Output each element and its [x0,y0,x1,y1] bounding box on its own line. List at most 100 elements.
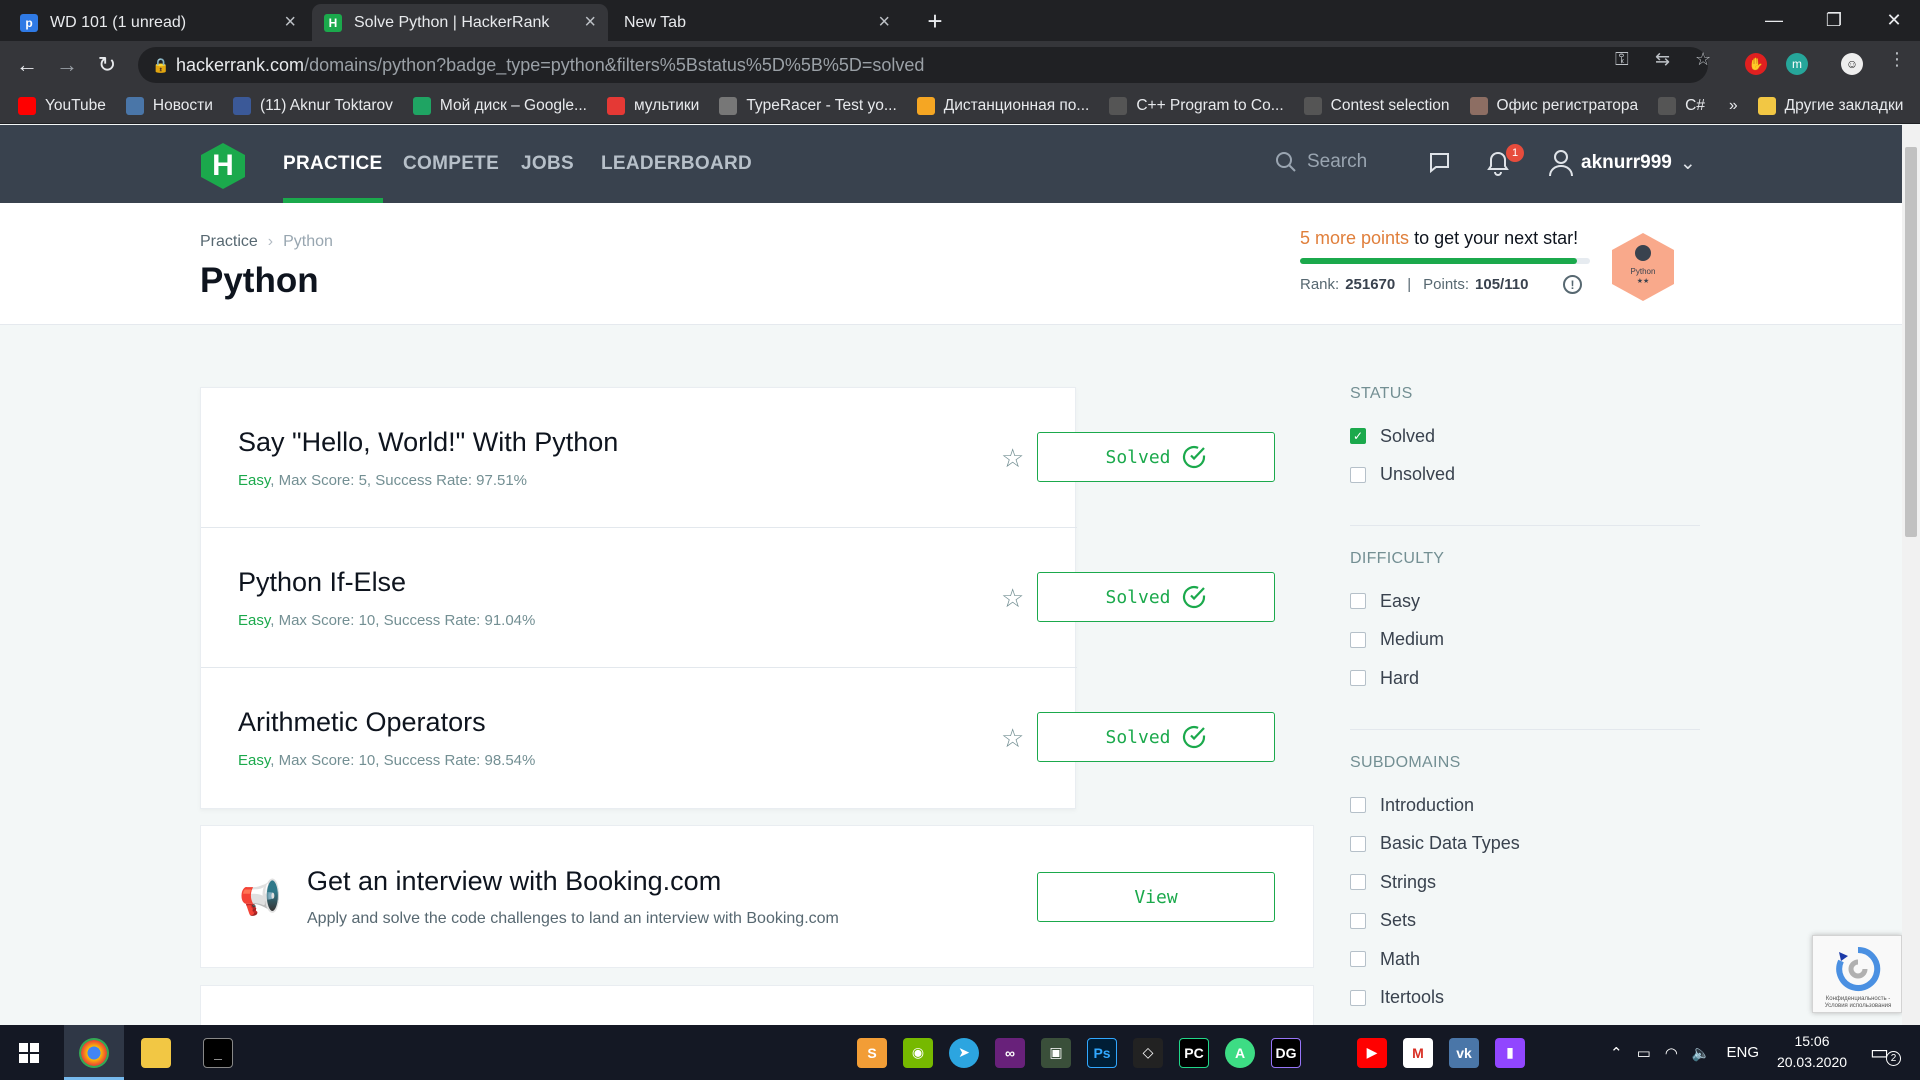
challenge-title[interactable]: Say "Hello, World!" With Python [238,427,618,458]
taskbar-youtube[interactable]: ▶ [1352,1025,1392,1080]
new-tab-button[interactable]: + [920,6,950,36]
translate-icon[interactable]: ⇆ [1655,49,1670,70]
profile-avatar[interactable]: ☺ [1841,53,1863,75]
wifi-icon[interactable]: ◠ [1665,1044,1678,1062]
checkbox[interactable] [1350,835,1366,852]
key-icon[interactable]: ⚿ [1615,49,1629,70]
challenge-row[interactable]: Python If-Else Easy, Max Score: 10, Succe… [201,528,1275,668]
bookmark-item[interactable]: Дистанционная по... [916,96,1089,115]
taskbar-pycharm[interactable]: PC [1174,1025,1214,1080]
scrollbar-thumb[interactable] [1905,147,1917,537]
taskbar-terminal[interactable]: _ [188,1025,248,1080]
menu-icon[interactable]: ⋮ [1888,49,1906,70]
star-icon[interactable]: ☆ [1001,583,1024,614]
taskbar-photoshop[interactable]: Ps [1082,1025,1122,1080]
volume-icon[interactable]: 🔈 [1692,1044,1711,1062]
taskbar-visual-studio[interactable]: ∞ [990,1025,1030,1080]
checkbox[interactable] [1350,797,1366,814]
taskbar-sublime[interactable]: S [852,1025,892,1080]
tab-wd101[interactable]: p WD 101 (1 unread) × [8,4,308,41]
checkbox[interactable] [1350,989,1366,1006]
bookmark-item[interactable]: C# [1658,96,1705,115]
filter-option[interactable]: Basic Data Types [1350,825,1700,864]
filter-option[interactable]: Easy [1350,582,1700,621]
solved-button[interactable]: Solved [1037,712,1275,762]
back-icon[interactable]: ← [10,48,44,82]
bookmark-item[interactable]: Contest selection [1303,96,1450,115]
taskbar-unity[interactable]: ◇ [1128,1025,1168,1080]
checkbox[interactable] [1350,874,1366,891]
solved-button[interactable]: Solved [1037,432,1275,482]
checkbox[interactable] [1350,951,1366,968]
filter-option[interactable]: Itertools [1350,979,1700,1018]
filter-option[interactable]: Medium [1350,621,1700,660]
other-bookmarks[interactable]: Другие закладки [1757,96,1903,115]
taskbar-nvidia[interactable]: ◉ [898,1025,938,1080]
taskbar-chrome[interactable] [64,1025,124,1080]
solved-button[interactable]: Solved [1037,572,1275,622]
bookmark-item[interactable]: Офис регистратора [1469,96,1638,115]
filter-option[interactable]: Unsolved [1350,456,1700,495]
filter-option[interactable]: Hard [1350,659,1700,698]
checkbox[interactable] [1350,631,1366,648]
nav-practice[interactable]: PRACTICE [283,125,383,203]
info-icon[interactable]: ! [1563,275,1582,294]
start-button[interactable] [0,1025,58,1080]
battery-icon[interactable]: ▭ [1637,1044,1651,1062]
filter-option[interactable]: Sets [1350,902,1700,941]
bookmark-item[interactable]: Мой диск – Google... [412,96,587,115]
python-badge[interactable]: Python ★★ [1610,231,1676,303]
challenge-row[interactable]: Say "Hello, World!" With Python Easy, Max… [201,388,1275,528]
checkbox[interactable] [1350,593,1366,610]
taskbar-datagrip[interactable]: DG [1266,1025,1306,1080]
bookmark-item[interactable]: мультики [606,96,699,115]
reload-icon[interactable]: ↻ [90,48,124,82]
bookmarks-overflow-button[interactable]: » [1729,97,1738,115]
close-icon[interactable]: × [584,11,596,34]
taskbar-explorer[interactable] [126,1025,186,1080]
taskbar-gmail[interactable]: M [1398,1025,1438,1080]
chevron-up-icon[interactable]: ⌃ [1610,1044,1623,1062]
clock[interactable]: 15:06 20.03.2020 [1766,1031,1858,1073]
close-icon[interactable]: × [878,11,890,34]
bookmark-star-icon[interactable]: ☆ [1695,49,1711,70]
notification-center-icon[interactable]: ▭ 2 [1870,1025,1901,1080]
taskbar-vk[interactable]: vk [1444,1025,1484,1080]
filter-option[interactable]: Math [1350,940,1700,979]
user-menu[interactable]: aknurr999 ⌄ [1549,149,1696,177]
search-input[interactable]: Search [1275,151,1367,173]
address-bar[interactable]: 🔒 hackerrank.com/domains/python?badge_ty… [138,47,1708,83]
bookmark-item[interactable]: Новости [125,96,213,115]
filter-option[interactable]: Strings [1350,863,1700,902]
language-indicator[interactable]: ENG [1727,1044,1760,1061]
nav-compete[interactable]: COMPETE [403,125,499,203]
view-button[interactable]: View [1037,872,1275,922]
challenge-title[interactable]: Arithmetic Operators [238,707,486,738]
messages-icon[interactable] [1427,151,1451,175]
scrollbar[interactable] [1902,125,1920,1025]
checkbox[interactable] [1350,466,1366,483]
close-window-icon[interactable]: ✕ [1864,0,1920,41]
checkbox[interactable] [1350,670,1366,687]
checkbox[interactable] [1350,912,1366,929]
restore-icon[interactable]: ❐ [1804,0,1864,41]
adblock-icon[interactable]: ✋ [1745,53,1767,75]
tab-hackerrank[interactable]: H Solve Python | HackerRank × [312,4,608,41]
bookmark-item[interactable]: TypeRacer - Test yo... [719,96,897,115]
checkbox[interactable]: ✓ [1350,428,1366,445]
challenge-title[interactable]: Python If-Else [238,567,406,598]
forward-icon[interactable]: → [50,48,84,82]
nav-leaderboard[interactable]: LEADERBOARD [601,125,752,203]
bookmark-item[interactable]: YouTube [18,96,106,115]
star-icon[interactable]: ☆ [1001,723,1024,754]
bookmark-item[interactable]: C++ Program to Co... [1109,96,1284,115]
hackerrank-logo[interactable]: H [200,142,246,190]
taskbar-twitch[interactable]: ▮ [1490,1025,1530,1080]
breadcrumb-practice[interactable]: Practice [200,233,258,250]
extension-icon[interactable]: m [1786,53,1808,75]
challenge-row[interactable]: Arithmetic Operators Easy, Max Score: 10,… [201,668,1275,808]
nav-jobs[interactable]: JOBS [521,125,574,203]
star-icon[interactable]: ☆ [1001,443,1024,474]
tab-new-tab[interactable]: New Tab × [612,4,902,41]
taskbar-app[interactable]: ▣ [1036,1025,1076,1080]
